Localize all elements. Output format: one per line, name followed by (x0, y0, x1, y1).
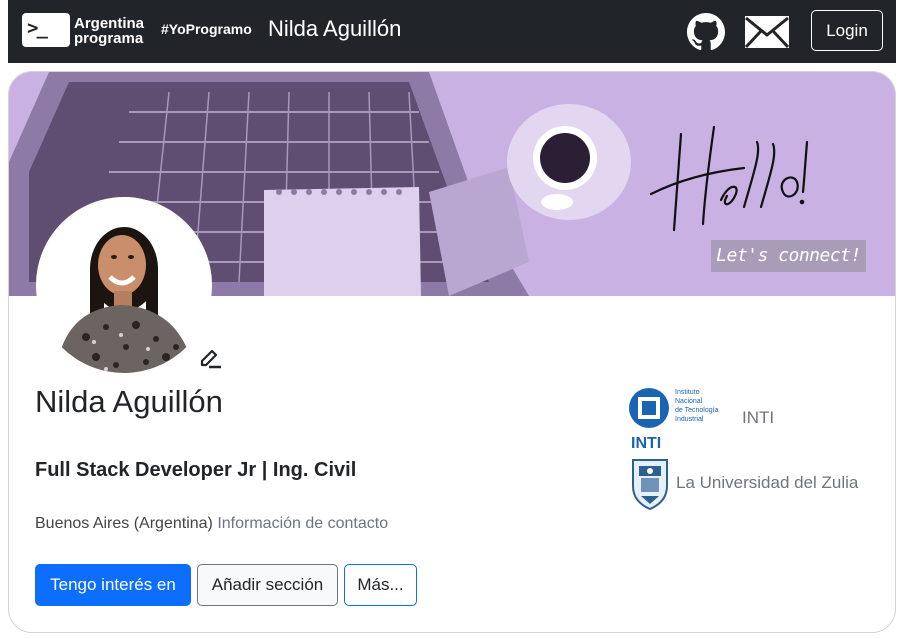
hashtag-label: #YoProgramo (161, 21, 252, 37)
terminal-logo-icon[interactable]: >_ (22, 13, 70, 47)
profile-location: Buenos Aires (Argentina) (35, 515, 213, 532)
pencil-icon[interactable] (199, 349, 223, 369)
banner-tagline: Let's connect! (711, 240, 866, 272)
inti-logo-line3: de Tecnología (675, 407, 719, 414)
location-line: Buenos Aires (Argentina) Información de … (35, 515, 388, 533)
luz-crest-icon (632, 459, 668, 510)
navbar: >_ Argentina programa #YoProgramo Nilda … (8, 0, 896, 63)
more-button[interactable]: Más... (344, 564, 417, 606)
education-name: La Universidad del Zulia (676, 473, 859, 492)
brand-name[interactable]: Argentina programa (74, 16, 144, 46)
inti-logo-line1: Instituto (675, 389, 700, 396)
inti-logo-line2: Nacional (675, 398, 703, 405)
profile-name: Nilda Aguillón (35, 384, 223, 419)
navbar-title: Nilda Aguillón (268, 16, 402, 41)
profile-card: Let's connect! Nilda Aguillón Full Stack… (8, 71, 896, 633)
inti-logo-icon: INTI Instituto Nacional de Tecnología In… (629, 388, 719, 450)
inti-logo-word: INTI (631, 435, 661, 450)
login-button[interactable]: Login (811, 10, 883, 51)
education-name: INTI (742, 408, 775, 427)
github-icon[interactable] (687, 13, 725, 51)
contact-info-link[interactable]: Información de contacto (217, 515, 388, 532)
interested-button[interactable]: Tengo interés en (35, 564, 191, 606)
logo-prompt: >_ (27, 17, 48, 39)
add-section-button[interactable]: Añadir sección (197, 564, 338, 606)
envelope-icon[interactable] (744, 15, 790, 49)
brand-line1: Argentina (74, 15, 145, 32)
profile-headline: Full Stack Developer Jr | Ing. Civil (35, 459, 357, 481)
profile-avatar[interactable] (36, 197, 212, 373)
inti-logo-line4: Industrial (675, 416, 704, 423)
brand-line2: programa (74, 30, 144, 47)
